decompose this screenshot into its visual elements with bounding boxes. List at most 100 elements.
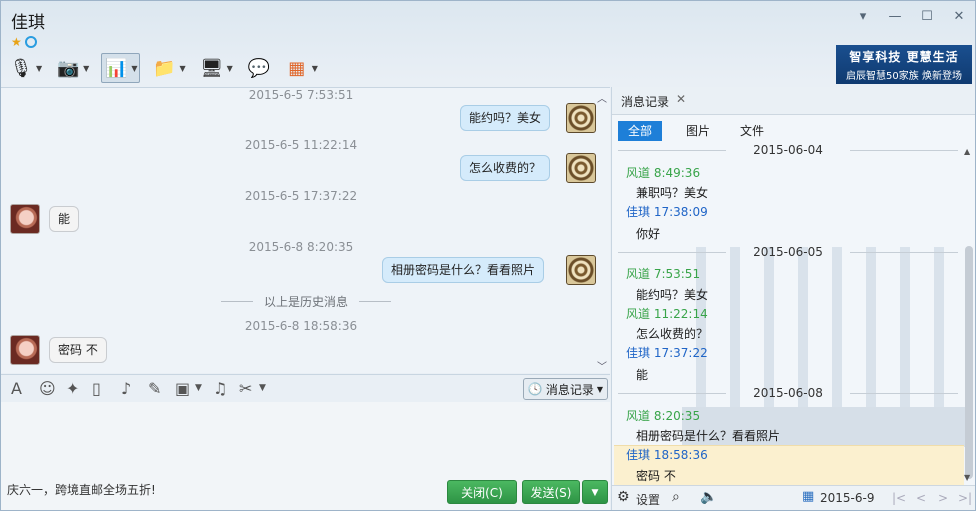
video-call-button[interactable]: 📷 ▼ [54, 53, 91, 83]
history-tab[interactable]: 消息记录 ✕ [612, 87, 975, 115]
message-timestamp: 2015-6-8 18:58:36 [244, 319, 358, 333]
scroll-down-icon[interactable]: ﹀ [597, 358, 607, 373]
history-date[interactable]: 2015-6-9 [820, 491, 874, 505]
promo-text[interactable]: 庆六一，跨境直邮全场五折! [7, 481, 156, 498]
remote-desktop-icon: 🖥 [200, 57, 224, 79]
last-page-icon[interactable]: >| [958, 491, 972, 505]
compose-area[interactable]: 庆六一，跨境直邮全场五折! 关闭(C) 发送(S) ▼ [1, 402, 610, 510]
outgoing-message[interactable]: 能约吗？美女 [460, 105, 551, 131]
font-icon[interactable]: A [11, 379, 22, 398]
maximize-icon[interactable]: ☐ [919, 9, 935, 25]
scissors-icon[interactable]: ✂ [239, 379, 252, 398]
history-message[interactable]: 能约吗？美女 [636, 286, 708, 303]
minimize-icon[interactable]: — [887, 9, 903, 25]
avatar[interactable] [566, 255, 596, 285]
incoming-message[interactable]: 能 [49, 206, 80, 232]
history-sender: 佳琪 18:58:36 [626, 448, 708, 462]
speaker-icon[interactable]: 🔈 [700, 489, 717, 505]
close-icon[interactable]: ✕ [951, 9, 967, 25]
history-scrollbar[interactable]: ▲ ▼ [964, 143, 974, 483]
history-message[interactable]: 怎么收费的？ [636, 325, 708, 342]
scrollbar-thumb[interactable] [965, 246, 973, 479]
add-chat-button[interactable]: 💬 [245, 53, 273, 83]
chevron-down-icon: ▼ [591, 488, 599, 498]
remote-desktop-button[interactable]: 🖥 ▼ [198, 53, 235, 83]
voice-message-icon[interactable]: ♪ [121, 379, 131, 398]
send-button[interactable]: 发送(S) [522, 480, 580, 504]
history-message[interactable]: 密码 不 [636, 467, 676, 484]
avatar[interactable] [566, 103, 596, 133]
history-sender: 风道 8:20:35 [626, 409, 701, 423]
message-history-button[interactable]: 🕓 消息记录 ▼ [522, 378, 608, 400]
history-tab-label: 消息记录 [621, 95, 670, 109]
incoming-message[interactable]: 密码 不 [49, 337, 107, 363]
avatar[interactable] [566, 153, 596, 183]
history-message[interactable]: 兼职吗？美女 [636, 184, 708, 201]
history-footer: ⚙ 设置 ⌕ 🔈 ▦ 2015-6-9 |< < > >| [612, 485, 975, 510]
chevron-down-icon[interactable]: ▼ [259, 383, 266, 393]
skyline-background [682, 247, 972, 447]
history-message[interactable]: 能 [636, 366, 648, 383]
magic-wand-icon[interactable]: ✦ [66, 379, 79, 398]
gear-icon[interactable]: ⚙ [617, 489, 630, 505]
chevron-down-icon[interactable]: ▼ [312, 64, 318, 73]
outgoing-message[interactable]: 相册密码是什么？看看照片 [382, 257, 545, 283]
date-separator: 2015-06-08 [618, 386, 958, 400]
chevron-down-icon[interactable]: ▼ [83, 64, 89, 73]
history-message[interactable]: 你好 [636, 225, 660, 242]
send-file-icon: 📁 [153, 57, 176, 79]
music-icon[interactable]: ♫ [213, 379, 227, 398]
outgoing-message[interactable]: 怎么收费的？ [460, 155, 551, 181]
filter-all[interactable]: 全部 [618, 121, 663, 141]
next-page-icon[interactable]: > [938, 491, 948, 505]
message-timestamp: 2015-6-5 7:53:51 [248, 88, 354, 102]
history-sender: 风道 11:22:14 [626, 307, 708, 321]
filter-images[interactable]: 图片 [676, 121, 720, 141]
message-timestamp: 2015-6-5 11:22:14 [244, 138, 358, 152]
shake-icon[interactable]: ▯ [92, 379, 101, 398]
chat-window: 佳琪 ★ ▾ — ☐ ✕ 🎙 ▼ 📷 ▼ 📊 ▼ 📁 ▼ 🖥 ▼ 💬 ▦ ▼ 智享科技 更慧… [0, 0, 976, 511]
screen-share-button[interactable]: 📊 ▼ [101, 53, 141, 83]
close-button[interactable]: 关闭(C) [447, 480, 517, 504]
message-timestamp: 2015-6-5 17:37:22 [244, 189, 358, 203]
avatar[interactable] [10, 335, 40, 365]
settings-label[interactable]: 设置 [636, 491, 660, 508]
history-filter-tabs: 全部 图片 文件 [612, 117, 975, 143]
chevron-down-icon[interactable]: ▼ [36, 64, 42, 73]
apps-button[interactable]: ▦ ▼ [283, 53, 320, 83]
calendar-icon[interactable]: ▦ [802, 489, 814, 504]
history-sender: 风道 8:49:36 [626, 166, 701, 180]
message-pane[interactable]: ︿ 2015-6-5 7:53:51 能约吗？美女 2015-6-5 11:22… [1, 87, 610, 373]
chevron-down-icon[interactable]: ▼ [227, 64, 233, 73]
chevron-down-icon[interactable]: ▼ [179, 64, 185, 73]
filter-files[interactable]: 文件 [730, 121, 774, 141]
contact-name: 佳琪 [11, 13, 45, 33]
chevron-down-icon[interactable]: ▼ [131, 64, 137, 73]
history-sender: 风道 7:53:51 [626, 267, 701, 281]
emoji-icon[interactable]: ☺ [39, 379, 56, 398]
ad-banner[interactable]: 智享科技 更慧生活 启辰智慧50家族 焕新登场 [836, 45, 972, 84]
edit-icon[interactable]: ✎ [148, 379, 161, 398]
first-page-icon[interactable]: |< [892, 491, 906, 505]
date-separator: 2015-06-04 [618, 143, 958, 157]
voice-call-button[interactable]: 🎙 ▼ [7, 53, 44, 83]
history-message[interactable]: 相册密码是什么？看看照片 [636, 427, 780, 444]
history-panel: 消息记录 ✕ 全部 图片 文件 2015-06-04 风道 8:49:36 兼职… [611, 87, 975, 510]
send-file-button[interactable]: 📁 ▼ [150, 53, 187, 83]
history-sender: 佳琪 17:37:22 [626, 346, 708, 360]
format-toolbar: A ☺ ✦ ▯ ♪ ✎ ▣ ▼ ♫ ✂ ▼ 🕓 消息记录 ▼ [1, 374, 610, 402]
webcam-icon: 📷 [56, 57, 80, 79]
message-history-label: 消息记录 [545, 382, 594, 397]
image-icon[interactable]: ▣ [175, 379, 190, 398]
close-icon[interactable]: ✕ [676, 92, 686, 106]
menu-dropdown-icon[interactable]: ▾ [855, 9, 871, 25]
search-icon[interactable]: ⌕ [672, 489, 680, 505]
avatar[interactable] [10, 204, 40, 234]
scroll-up-icon[interactable]: ▲ [964, 147, 970, 156]
send-options-button[interactable]: ▼ [582, 480, 608, 504]
mic-icon: 🎙 [9, 57, 33, 79]
toolbar: 🎙 ▼ 📷 ▼ 📊 ▼ 📁 ▼ 🖥 ▼ 💬 ▦ ▼ [7, 53, 320, 85]
chevron-down-icon[interactable]: ▼ [195, 383, 202, 393]
scroll-down-icon[interactable]: ▼ [964, 473, 970, 482]
previous-page-icon[interactable]: < [916, 491, 926, 505]
